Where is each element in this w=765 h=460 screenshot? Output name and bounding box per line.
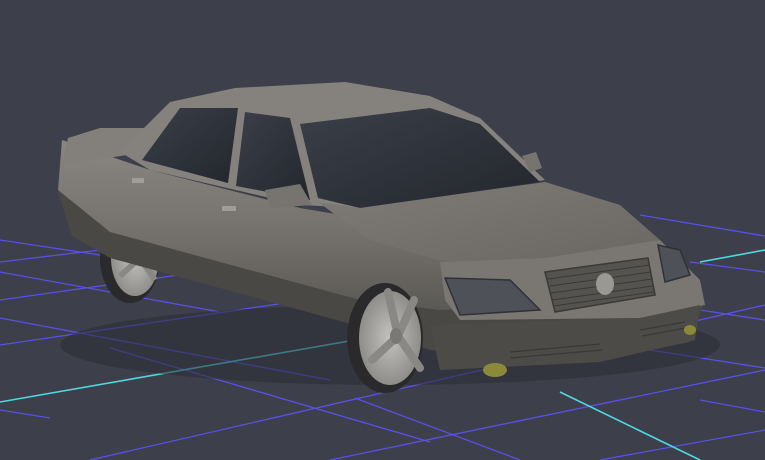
front-wheel [347, 283, 424, 393]
right-fog-light [684, 325, 696, 335]
emblem-icon [596, 273, 614, 295]
z-axis-line [559, 391, 701, 460]
left-fog-light [483, 363, 507, 377]
rear-door-handle [132, 178, 144, 183]
car-model[interactable] [58, 82, 720, 393]
3d-viewport[interactable] [0, 0, 765, 460]
x-axis-line-right [699, 249, 765, 263]
viewport-canvas[interactable] [0, 0, 765, 460]
front-door-handle [222, 206, 236, 211]
